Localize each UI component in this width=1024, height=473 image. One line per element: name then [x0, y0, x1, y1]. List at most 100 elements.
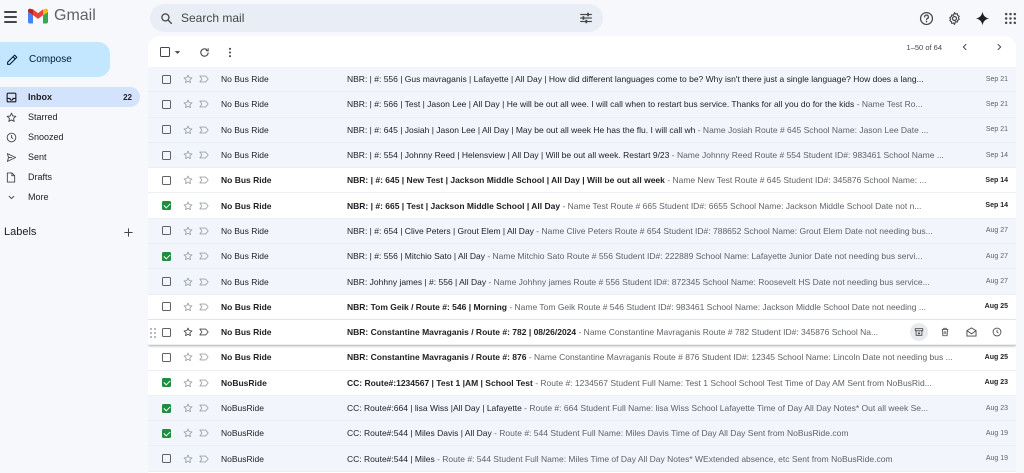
important-marker-icon[interactable]: [199, 100, 209, 108]
email-row[interactable]: No Bus Ride NBR: | #: 566 | Test | Jason …: [148, 92, 1016, 118]
email-row[interactable]: NoBusRide CC: Route#:544 | Miles - Route …: [148, 446, 1016, 472]
row-checkbox[interactable]: [162, 125, 171, 135]
email-row[interactable]: No Bus Ride NBR: Constantine Mavraganis /…: [148, 319, 1016, 346]
important-marker-icon[interactable]: [199, 126, 209, 134]
email-row[interactable]: No Bus Ride NBR: Johhny james | #: 556 | …: [148, 269, 1016, 295]
row-checkbox[interactable]: [162, 428, 171, 438]
email-row[interactable]: NoBusRide CC: Route#:664 | lisa Wiss |All…: [148, 395, 1016, 422]
email-row[interactable]: No Bus Ride NBR: | #: 665 | Test | Jackso…: [148, 193, 1016, 219]
row-checkbox[interactable]: [162, 251, 171, 261]
mark-read-icon[interactable]: [962, 323, 980, 341]
star-icon[interactable]: [183, 428, 193, 438]
sidebar-item-sent[interactable]: Sent: [0, 147, 140, 167]
search-input[interactable]: Search mail: [181, 11, 579, 25]
search-icon[interactable]: [160, 12, 173, 25]
search-bar[interactable]: Search mail: [150, 4, 603, 32]
important-marker-icon[interactable]: [199, 151, 209, 159]
snooze-icon[interactable]: [988, 323, 1006, 341]
sidebar-item-drafts[interactable]: Drafts: [0, 167, 140, 187]
important-marker-icon[interactable]: [199, 202, 209, 210]
email-row[interactable]: No Bus Ride NBR: | #: 645 | New Test | Ja…: [148, 168, 1016, 194]
star-icon[interactable]: [183, 74, 193, 84]
important-marker-icon[interactable]: [199, 176, 209, 184]
email-content: NBR: | #: 556 | Gus mavraganis | Lafayet…: [347, 74, 954, 84]
row-checkbox[interactable]: [162, 74, 171, 84]
important-marker-icon[interactable]: [199, 379, 209, 387]
important-marker-icon[interactable]: [199, 278, 209, 286]
sidebar-nav: Inbox 22 Starred Snoozed Sent Drafts Mor…: [0, 87, 140, 207]
settings-gear-icon[interactable]: [940, 4, 968, 32]
gemini-sparkle-icon[interactable]: [968, 4, 996, 32]
sidebar-item-inbox[interactable]: Inbox 22: [0, 87, 140, 107]
row-checkbox[interactable]: [162, 99, 171, 109]
star-icon[interactable]: [183, 226, 193, 236]
select-dropdown-icon[interactable]: [174, 49, 181, 56]
row-checkbox[interactable]: [162, 454, 171, 464]
important-marker-icon[interactable]: [199, 353, 209, 361]
archive-icon[interactable]: [910, 323, 928, 342]
email-row[interactable]: No Bus Ride NBR: | #: 554 | Johnny Reed |…: [148, 142, 1016, 169]
email-sender: No Bus Ride: [221, 99, 269, 110]
important-marker-icon[interactable]: [199, 227, 209, 235]
row-checkbox[interactable]: [162, 302, 171, 312]
star-icon[interactable]: [183, 378, 193, 388]
sidebar-item-more[interactable]: More: [0, 187, 140, 207]
row-checkbox[interactable]: [162, 378, 171, 388]
row-checkbox[interactable]: [162, 150, 171, 160]
row-checkbox[interactable]: [162, 175, 171, 185]
star-icon[interactable]: [183, 99, 193, 109]
email-row[interactable]: NoBusRide CC: Route#:1234567 | Test 1 |AM…: [148, 370, 1016, 396]
sidebar-item-starred[interactable]: Starred: [0, 107, 140, 127]
email-date: Aug 23: [985, 404, 1008, 412]
star-icon[interactable]: [183, 454, 193, 464]
row-checkbox[interactable]: [162, 327, 171, 337]
star-icon[interactable]: [183, 352, 193, 362]
row-checkbox[interactable]: [162, 201, 171, 211]
email-row[interactable]: NoBusRide CC: Route#:544 | Miles Davis | …: [148, 421, 1016, 447]
row-checkbox[interactable]: [162, 277, 171, 287]
important-marker-icon[interactable]: [199, 455, 209, 463]
email-row[interactable]: No Bus Ride NBR: | #: 556 | Gus mavragani…: [148, 67, 1016, 93]
important-marker-icon[interactable]: [199, 404, 209, 412]
add-label-icon[interactable]: [123, 227, 134, 238]
app-name: Gmail: [54, 7, 96, 24]
row-checkbox[interactable]: [162, 226, 171, 236]
drag-handle-icon[interactable]: [150, 327, 156, 338]
important-marker-icon[interactable]: [199, 75, 209, 83]
search-options-icon[interactable]: [579, 12, 593, 24]
email-row[interactable]: No Bus Ride NBR: Constantine Mavraganis /…: [148, 345, 1016, 371]
email-sender: NoBusRide: [221, 428, 264, 439]
star-icon[interactable]: [183, 175, 193, 185]
row-checkbox[interactable]: [162, 403, 171, 413]
email-row[interactable]: No Bus Ride NBR: | #: 654 | Clive Peters …: [148, 218, 1016, 245]
star-icon[interactable]: [183, 403, 193, 413]
newer-page-icon[interactable]: [994, 42, 1004, 52]
star-icon[interactable]: [183, 150, 193, 160]
apps-grid-icon[interactable]: [996, 4, 1024, 32]
email-row[interactable]: No Bus Ride NBR: | #: 645 | Josiah | Jaso…: [148, 117, 1016, 143]
star-icon[interactable]: [183, 201, 193, 211]
important-marker-icon[interactable]: [199, 303, 209, 311]
important-marker-icon[interactable]: [199, 252, 209, 260]
delete-icon[interactable]: [936, 323, 954, 341]
older-page-icon[interactable]: [960, 42, 970, 52]
pagination: 1–50 of 64: [907, 42, 1004, 52]
star-icon[interactable]: [183, 125, 193, 135]
important-marker-icon[interactable]: [199, 328, 209, 336]
main-menu-icon[interactable]: [4, 6, 20, 28]
help-icon[interactable]: [912, 4, 940, 32]
important-marker-icon[interactable]: [199, 429, 209, 437]
more-options-icon[interactable]: [228, 42, 232, 62]
star-icon[interactable]: [183, 302, 193, 312]
row-checkbox[interactable]: [162, 352, 171, 362]
refresh-icon[interactable]: [199, 42, 210, 62]
gmail-logo[interactable]: Gmail: [28, 7, 96, 25]
star-icon[interactable]: [183, 327, 193, 337]
compose-button[interactable]: Compose: [0, 42, 110, 77]
star-icon[interactable]: [183, 277, 193, 287]
email-row[interactable]: No Bus Ride NBR: Tom Geik / Route #: 546 …: [148, 294, 1016, 320]
email-row[interactable]: No Bus Ride NBR: | #: 556 | Mitchio Sato …: [148, 244, 1016, 270]
star-icon[interactable]: [183, 251, 193, 261]
sidebar-item-snoozed[interactable]: Snoozed: [0, 127, 140, 147]
select-all-checkbox[interactable]: [160, 42, 181, 62]
